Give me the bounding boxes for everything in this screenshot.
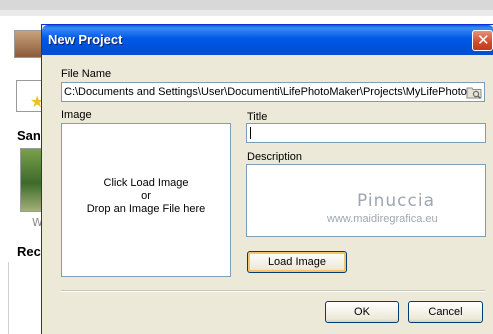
file-name-label: File Name <box>61 68 112 80</box>
image-label: Image <box>61 109 92 121</box>
background-toolbar-strip <box>0 10 493 16</box>
background-divider <box>8 262 9 334</box>
image-drop-area[interactable]: Click Load Image or Drop an Image File h… <box>61 123 231 277</box>
dialog-titlebar[interactable]: New Project ✕ <box>42 25 493 55</box>
ok-button[interactable]: OK <box>325 301 399 323</box>
watermark-site: www.maidiregrafica.eu <box>327 213 438 225</box>
samples-section-label: San <box>17 128 41 143</box>
description-textarea[interactable]: Pinuccia www.maidiregrafica.eu <box>246 164 486 237</box>
dialog-title: New Project <box>48 32 123 47</box>
close-icon: ✕ <box>477 31 490 49</box>
background-toolbar <box>0 0 493 10</box>
recent-section-label: Rec <box>17 244 41 259</box>
close-button[interactable]: ✕ <box>472 30 493 51</box>
watermark-name: Pinuccia <box>357 191 435 211</box>
image-drop-hint: Click Load Image or Drop an Image File h… <box>62 177 230 216</box>
file-name-value: C:\Documents and Settings\User\Documenti… <box>64 86 467 98</box>
image-hint-line-3: Drop an Image File here <box>86 203 206 215</box>
dialog-divider <box>61 290 485 292</box>
title-label: Title <box>247 111 268 123</box>
text-caret <box>250 127 251 139</box>
load-image-button[interactable]: Load Image <box>247 251 347 273</box>
cancel-button[interactable]: Cancel <box>408 301 483 323</box>
image-hint-line-2: or <box>141 190 151 202</box>
image-hint-line-1: Click Load Image <box>103 177 189 189</box>
browse-folder-icon[interactable] <box>466 85 482 99</box>
title-input[interactable] <box>246 123 486 143</box>
file-name-field[interactable]: C:\Documents and Settings\User\Documenti… <box>61 82 485 102</box>
new-project-dialog: New Project ✕ File Name C:\Documents and… <box>41 24 493 334</box>
description-label: Description <box>247 151 303 163</box>
